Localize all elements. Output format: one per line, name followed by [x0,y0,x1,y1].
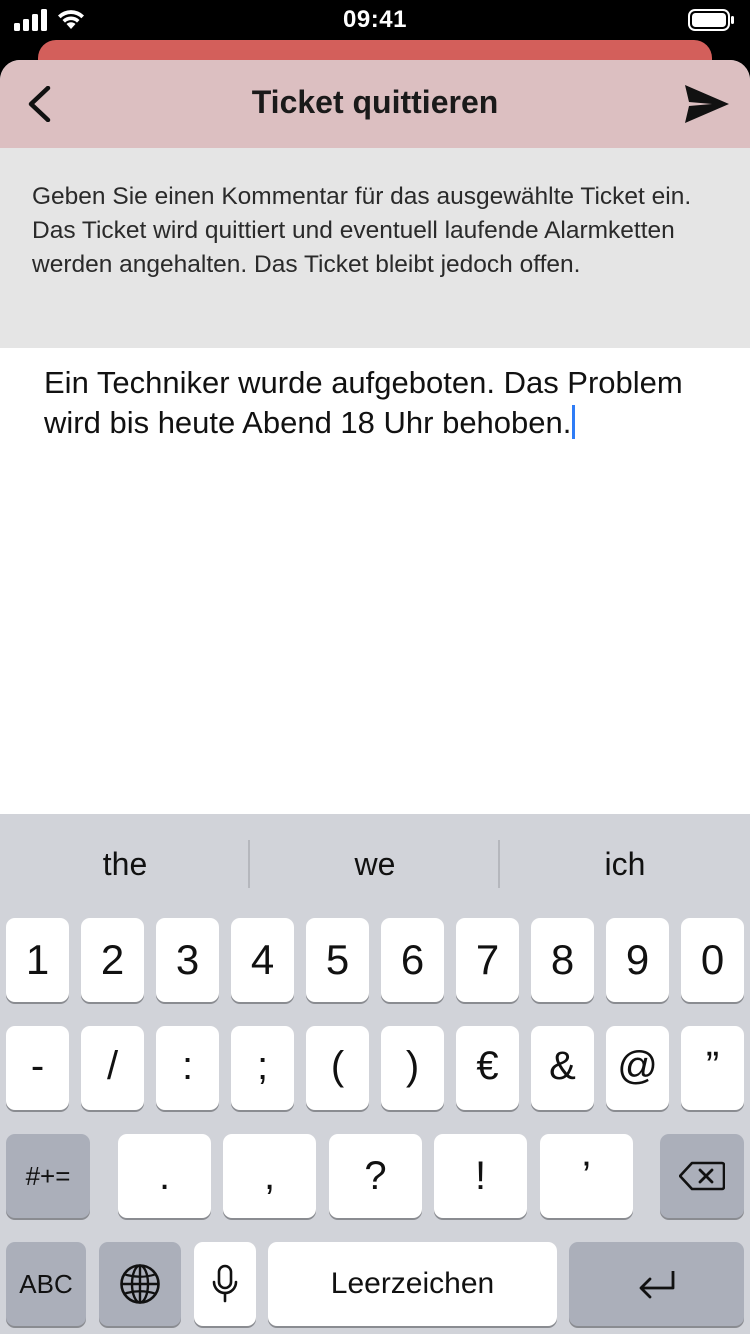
globe-icon [120,1264,160,1304]
key-open-paren[interactable]: ( [306,1026,369,1110]
key-slash[interactable]: / [81,1026,144,1110]
info-text: Geben Sie einen Kommentar für das ausgew… [32,183,692,278]
suggestion-2[interactable]: we [250,814,500,914]
key-0[interactable]: 0 [681,918,744,1002]
key-4[interactable]: 4 [231,918,294,1002]
key-question[interactable]: ? [329,1134,422,1218]
return-key[interactable] [569,1242,744,1326]
battery-icon [688,9,734,31]
key-hyphen[interactable]: - [6,1026,69,1110]
key-6[interactable]: 6 [381,918,444,1002]
suggestion-bar: the we ich [0,814,750,914]
key-apostrophe[interactable]: ’ [540,1134,633,1218]
text-cursor [572,405,576,439]
key-colon[interactable]: : [156,1026,219,1110]
key-ampersand[interactable]: & [531,1026,594,1110]
send-button[interactable] [682,78,734,130]
keyboard: the we ich 1 2 3 4 5 6 7 8 9 0 - / : ; (… [0,814,750,1334]
key-exclamation[interactable]: ! [434,1134,527,1218]
key-close-paren[interactable]: ) [381,1026,444,1110]
key-7[interactable]: 7 [456,918,519,1002]
comment-value: Ein Techniker wurde aufgeboten. Das Prob… [44,365,683,440]
key-8[interactable]: 8 [531,918,594,1002]
key-2[interactable]: 2 [81,918,144,1002]
globe-key[interactable] [99,1242,181,1326]
key-5[interactable]: 5 [306,918,369,1002]
status-time: 09:41 [343,6,407,33]
info-box: Geben Sie einen Kommentar für das ausgew… [0,148,750,348]
space-key[interactable]: Leerzeichen [268,1242,557,1326]
delete-key[interactable] [660,1134,744,1218]
navigation-bar: Ticket quittieren [0,60,750,148]
key-at[interactable]: @ [606,1026,669,1110]
return-icon [639,1271,675,1299]
comment-textarea[interactable]: Ein Techniker wurde aufgeboten. Das Prob… [0,348,750,814]
key-period[interactable]: . [118,1134,211,1218]
key-quote[interactable]: ” [681,1026,744,1110]
comment-text: Ein Techniker wurde aufgeboten. Das Prob… [44,363,710,443]
microphone-key[interactable] [194,1242,256,1326]
key-3[interactable]: 3 [156,918,219,1002]
key-semicolon[interactable]: ; [231,1026,294,1110]
suggestion-1[interactable]: the [0,814,250,914]
key-more-symbols[interactable]: #+= [6,1134,90,1218]
backspace-icon [679,1161,725,1191]
status-bar: 09:41 [0,0,750,40]
key-1[interactable]: 1 [6,918,69,1002]
microphone-icon [212,1264,238,1303]
key-comma[interactable]: , [223,1134,316,1218]
key-euro[interactable]: € [456,1026,519,1110]
suggestion-3[interactable]: ich [500,814,750,914]
key-abc[interactable]: ABC [6,1242,86,1326]
paper-plane-icon [685,85,729,123]
page-title: Ticket quittieren [251,84,499,120]
key-9[interactable]: 9 [606,918,669,1002]
